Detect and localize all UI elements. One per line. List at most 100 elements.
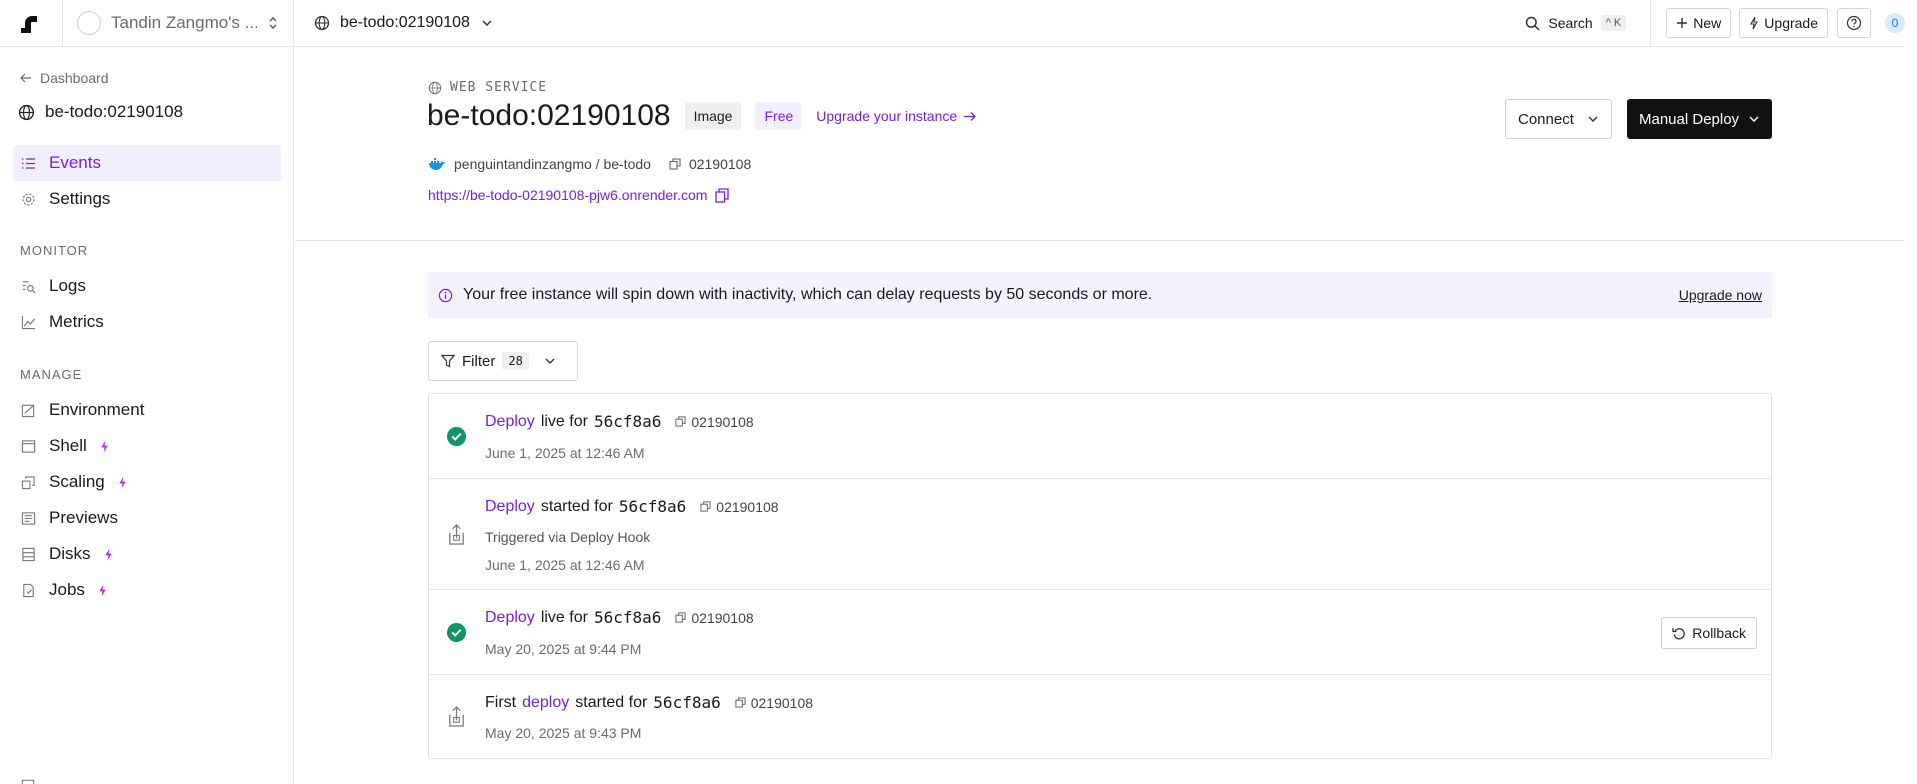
deploy-started-icon <box>449 706 464 727</box>
upgrade-instance-label: Upgrade your instance <box>816 108 958 124</box>
event-date: June 1, 2025 at 12:46 AM <box>485 445 645 461</box>
notification-badge[interactable]: 0 <box>1885 13 1905 33</box>
service-header: WEB SERVICE be-todo:02190108 Image Free … <box>295 47 1905 241</box>
copy-icon[interactable] <box>700 501 711 512</box>
success-check-icon <box>446 426 467 447</box>
list-icon <box>22 157 35 169</box>
sidebar-item-previews[interactable]: Previews <box>13 500 281 536</box>
upgrade-button[interactable]: Upgrade <box>1739 8 1828 38</box>
scaling-icon <box>21 475 35 489</box>
help-button[interactable] <box>1837 8 1871 38</box>
info-icon <box>438 288 453 302</box>
service-type: WEB SERVICE <box>428 80 547 95</box>
sidebar-bottom-item-cutoff[interactable] <box>21 779 35 784</box>
sidebar-item-shell[interactable]: Shell <box>13 428 281 464</box>
sidebar-item-scaling[interactable]: Scaling <box>13 464 281 500</box>
upgrade-now-link[interactable]: Upgrade now <box>1679 287 1762 303</box>
deploy-link[interactable]: Deploy <box>485 413 535 431</box>
copy-icon[interactable] <box>735 697 746 708</box>
commit-id: 02190108 <box>691 609 754 626</box>
banner-text: Your free instance will spin down with i… <box>463 286 1153 303</box>
copy-icon[interactable] <box>675 416 686 427</box>
new-button[interactable]: New <box>1666 8 1732 38</box>
chevron-down-icon <box>482 20 492 27</box>
commit-ref: 02190108 <box>735 695 813 711</box>
manual-deploy-button[interactable]: Manual Deploy <box>1627 99 1772 139</box>
commit-sha[interactable]: 56cf8a6 <box>594 608 661 627</box>
sidebar: Dashboard be-todo:02190108 Events Settin… <box>0 47 294 784</box>
events-list: Deploy live for 56cf8a6 02190108 June 1,… <box>428 393 1772 759</box>
copy-icon[interactable] <box>675 612 686 623</box>
service-switcher[interactable]: be-todo:02190108 <box>294 14 494 32</box>
deploy-link[interactable]: deploy <box>522 694 569 712</box>
search-button[interactable]: Search ^ K <box>1525 0 1652 47</box>
connect-button[interactable]: Connect <box>1505 99 1612 139</box>
sidebar-item-label: Logs <box>49 276 86 295</box>
event-date: May 20, 2025 at 9:44 PM <box>485 641 642 657</box>
event-row: Deploy started for 56cf8a6 02190108 Trig… <box>429 479 1771 590</box>
sidebar-item-metrics[interactable]: Metrics <box>13 304 281 340</box>
deploy-started-icon <box>449 524 464 545</box>
help-icon <box>1846 15 1862 31</box>
search-label: Search <box>1548 15 1593 31</box>
event-verb: started for <box>540 497 613 515</box>
commit-sha[interactable]: 56cf8a6 <box>594 412 661 431</box>
filter-button[interactable]: Filter 28 <box>428 341 578 381</box>
plan-badge: Free <box>755 102 803 130</box>
sidebar-item-environment[interactable]: Environment <box>13 392 281 428</box>
top-bar: Tandin Zangmo's ... be-todo:02190108 Sea… <box>0 0 1905 47</box>
page-title-row: be-todo:02190108 Image Free Upgrade your… <box>427 99 977 133</box>
search-shortcut: ^ K <box>1600 15 1627 31</box>
deploy-link[interactable]: Deploy <box>485 498 535 516</box>
sidebar-item-settings[interactable]: Settings <box>13 181 281 217</box>
search-icon <box>1526 16 1540 31</box>
changelog-icon <box>21 779 35 784</box>
commit-id: 02190108 <box>691 413 754 430</box>
event-title: First deploy started for 56cf8a6 0219010… <box>485 693 813 712</box>
rollback-icon <box>1672 628 1686 640</box>
sidebar-item-label: Settings <box>49 189 111 208</box>
repo-name[interactable]: penguintandinzangmo / be-todo <box>454 156 651 172</box>
event-verb: started for <box>575 693 648 711</box>
bolt-icon <box>101 440 108 452</box>
rollback-button[interactable]: Rollback <box>1661 617 1757 649</box>
chevron-down-icon <box>1749 116 1759 122</box>
sidebar-item-label: Scaling <box>49 472 105 491</box>
workspace-switcher[interactable]: Tandin Zangmo's ... <box>63 0 294 47</box>
commit-sha[interactable]: 56cf8a6 <box>619 497 686 516</box>
sidebar-item-label: Jobs <box>49 580 85 599</box>
free-instance-banner: Your free instance will spin down with i… <box>428 272 1772 318</box>
docker-icon <box>429 158 445 170</box>
commit-id: 02190108 <box>688 156 752 172</box>
render-logo-icon <box>21 16 37 33</box>
copy-icon[interactable] <box>715 187 730 203</box>
back-label: Dashboard <box>40 70 109 86</box>
upgrade-instance-link[interactable]: Upgrade your instance <box>816 108 977 124</box>
commit-id: 02190108 <box>750 694 814 711</box>
manage-heading: MANAGE <box>20 367 83 382</box>
shell-icon <box>21 439 36 453</box>
event-row: Deploy live for 56cf8a6 02190108 May 20,… <box>429 590 1771 675</box>
sidebar-item-logs[interactable]: Logs <box>13 268 281 304</box>
render-logo[interactable] <box>0 0 63 47</box>
commit-id: 02190108 <box>716 498 779 515</box>
filter-count: 28 <box>502 352 529 370</box>
back-to-dashboard-link[interactable]: Dashboard <box>20 70 109 86</box>
success-check-icon <box>446 622 467 643</box>
bolt-icon <box>1750 16 1759 30</box>
plus-icon <box>1677 18 1688 28</box>
arrow-right-icon <box>964 111 977 121</box>
globe-icon <box>428 81 442 94</box>
sidebar-item-jobs[interactable]: Jobs <box>13 572 281 608</box>
deploy-link[interactable]: Deploy <box>485 609 535 627</box>
sidebar-item-events[interactable]: Events <box>13 145 281 181</box>
sidebar-item-disks[interactable]: Disks <box>13 536 281 572</box>
event-trigger: Triggered via Deploy Hook <box>485 529 651 545</box>
sidebar-service-title: be-todo:02190108 <box>18 102 183 122</box>
bolt-icon <box>99 584 106 596</box>
service-url[interactable]: https://be-todo-02190108-pjw6.onrender.c… <box>428 187 707 203</box>
event-row: First deploy started for 56cf8a6 0219010… <box>429 675 1771 758</box>
commit-sha[interactable]: 56cf8a6 <box>653 693 720 712</box>
copy-icon[interactable] <box>669 158 681 170</box>
event-row: Deploy live for 56cf8a6 02190108 June 1,… <box>429 394 1771 479</box>
